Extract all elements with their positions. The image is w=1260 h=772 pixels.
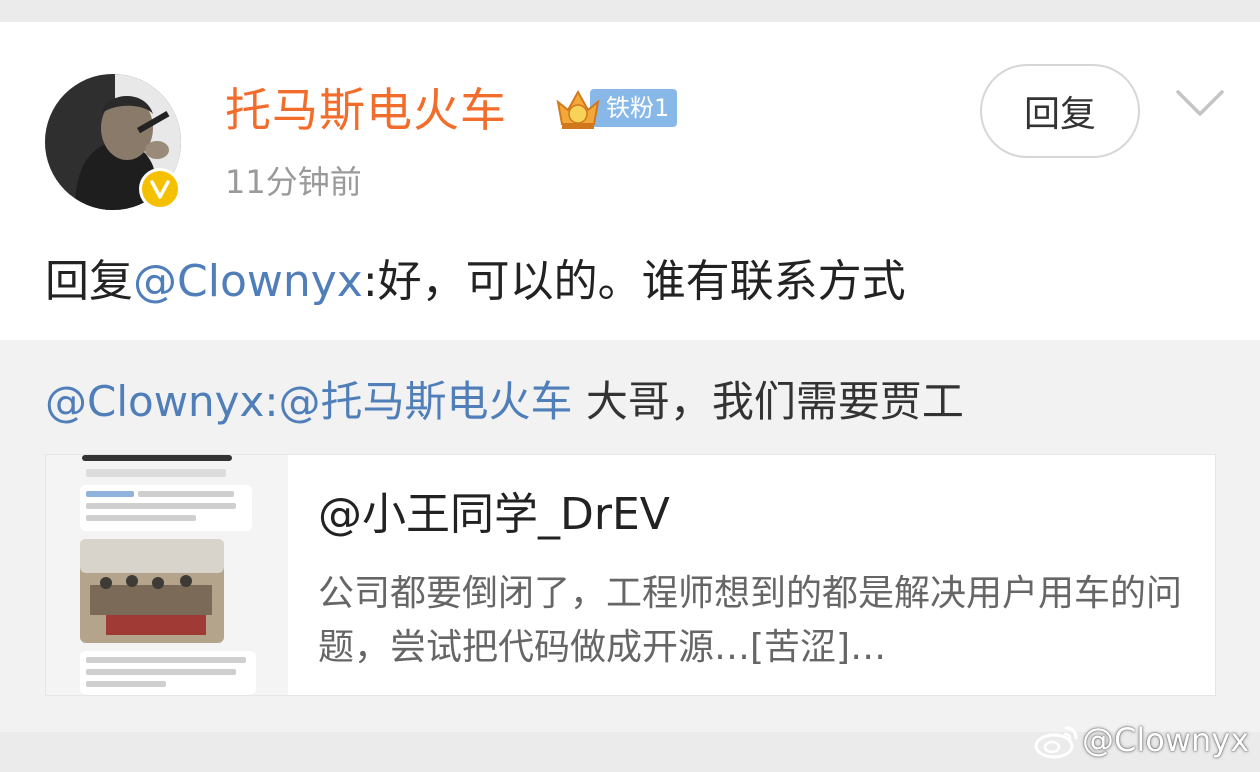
username[interactable]: 托马斯电火车 [225,80,507,140]
verified-v-icon [150,180,170,199]
crown-icon [556,89,600,129]
quoted-body: 大哥，我们需要贾工 [572,377,964,426]
comment-prefix: 回复 [45,256,133,307]
linked-post-thumbnail [46,455,288,695]
comment-card: 托马斯电火车 铁粉1 11分钟前 回复 回复@Clownyx:好，可以的。谁有联… [0,22,1260,732]
watermark: @Clownyx [1032,718,1249,762]
verified-badge [139,168,181,210]
comment-body: :好，可以的。谁有联系方式 [362,256,906,307]
reply-button[interactable]: 回复 [980,64,1140,158]
comment-text: 回复@Clownyx:好，可以的。谁有联系方式 [45,252,906,312]
watermark-handle: @Clownyx [1082,721,1250,759]
quoted-post[interactable]: @Clownyx:@托马斯电火车 大哥，我们需要贾工 @小王同学_DrEV 公司… [0,340,1260,732]
avatar[interactable] [45,74,181,210]
linked-post-card[interactable]: @小王同学_DrEV 公司都要倒闭了，工程师想到的都是解决用户用车的问题，尝试把… [45,454,1216,696]
weibo-logo-icon [1034,726,1078,759]
linked-post-description: 公司都要倒闭了，工程师想到的都是解决用户用车的问题，尝试把代码做成开源…[苦涩]… [318,573,1183,668]
comment-mention[interactable]: @Clownyx [133,256,363,307]
quoted-mention[interactable]: @Clownyx:@托马斯电火车 [45,377,573,426]
chevron-down-icon[interactable] [1172,84,1228,124]
quoted-text: @Clownyx:@托马斯电火车 大哥，我们需要贾工 [45,372,964,432]
timestamp: 11分钟前 [225,163,362,201]
linked-post-author[interactable]: @小王同学_DrEV [318,485,670,545]
